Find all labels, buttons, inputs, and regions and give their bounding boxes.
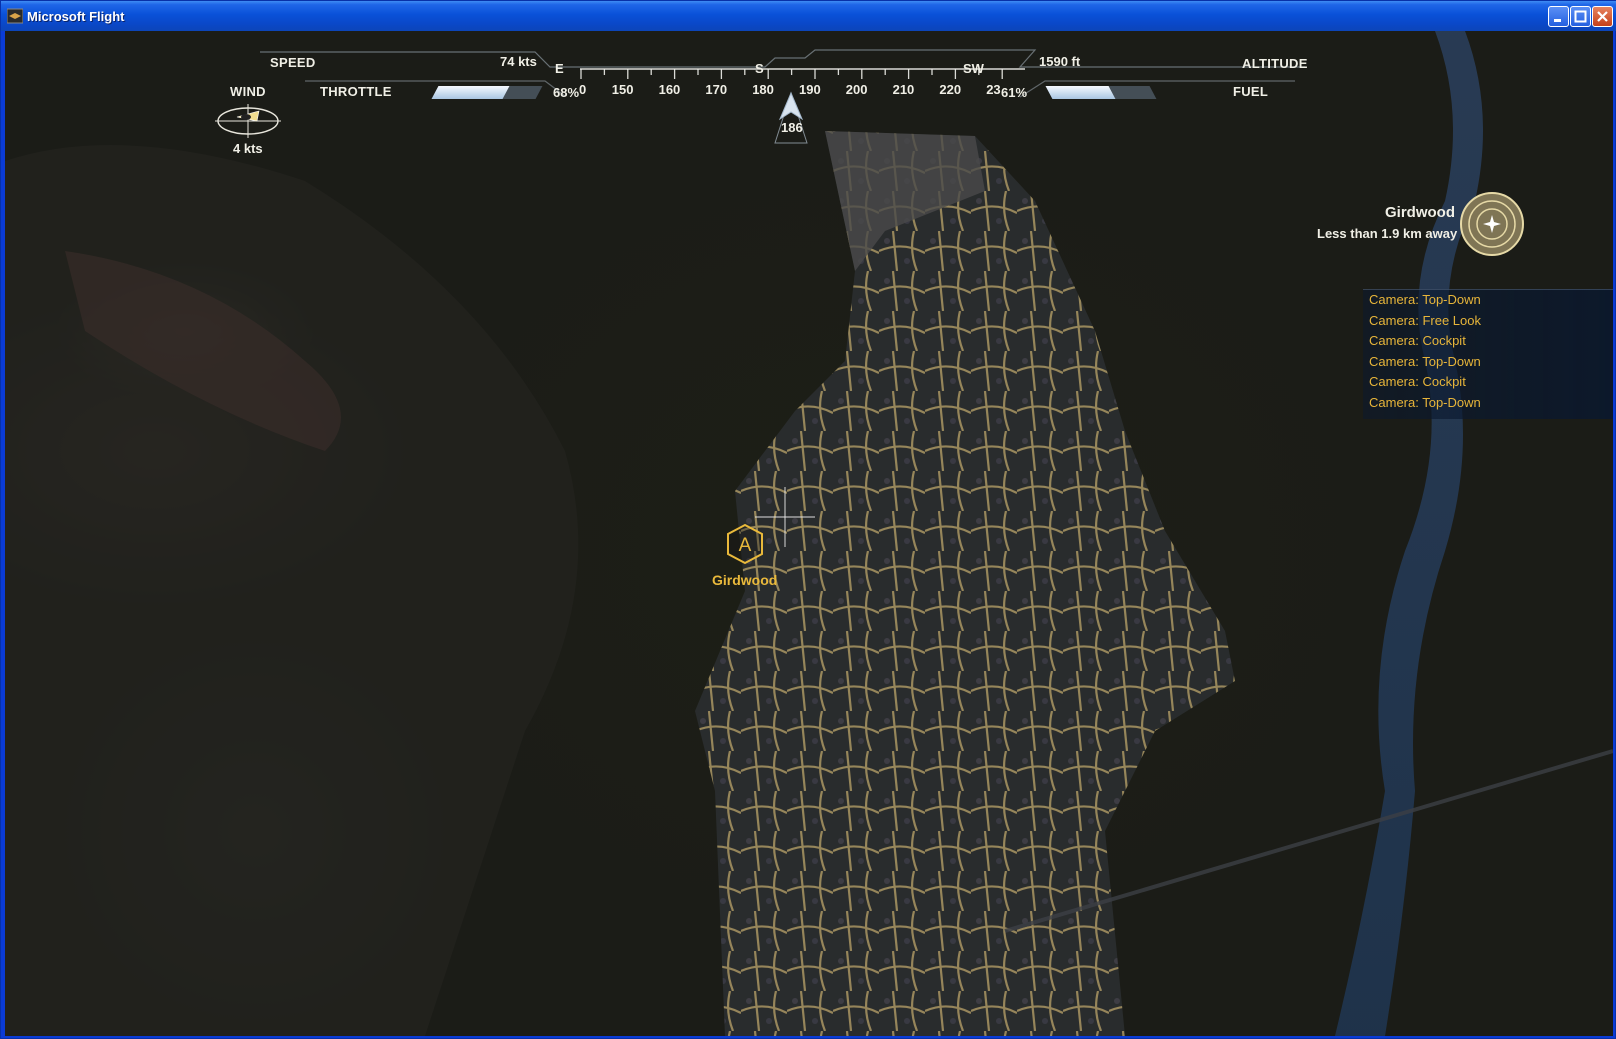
log-item: Camera: Top-Down xyxy=(1369,353,1481,369)
minimize-button[interactable] xyxy=(1548,6,1569,27)
compass-number: 0 xyxy=(579,82,587,97)
altitude-value: 1590 ft xyxy=(1039,54,1081,69)
compass-number: 220 xyxy=(939,82,962,97)
wind-label: WIND xyxy=(230,84,266,99)
window-title: Microsoft Flight xyxy=(27,9,125,24)
compass-number: 170 xyxy=(705,82,728,97)
compass-ticks xyxy=(580,69,1003,79)
compass-number: 23 xyxy=(986,82,1001,97)
compass-number: 160 xyxy=(658,82,681,97)
throttle-bar xyxy=(431,86,543,99)
maximize-button[interactable] xyxy=(1570,6,1591,27)
log-item: Camera: Top-Down xyxy=(1369,394,1481,410)
compass-letter-sw: SW xyxy=(963,61,984,76)
compass-number: 210 xyxy=(892,82,915,97)
waypoint-label: Girdwood xyxy=(712,572,778,588)
wind-value: 4 kts xyxy=(233,141,263,156)
compass-number: 150 xyxy=(611,82,634,97)
wind-compass-icon xyxy=(215,104,281,138)
throttle-bar-fill xyxy=(431,86,510,99)
airplane-icon[interactable] xyxy=(1459,191,1525,257)
terrain-view[interactable]: SPEED 74 kts THROTTLE 68% ALTITUDE 1590 … xyxy=(5,31,1613,1036)
throttle-label: THROTTLE xyxy=(320,84,392,99)
heading-value: 186 xyxy=(781,120,803,135)
waypoint-letter: A xyxy=(739,535,752,556)
compass-letter-se: E xyxy=(555,61,564,76)
game-window: Microsoft Flight SPEED 74 kts THROTTLE 6… xyxy=(0,0,1616,1039)
waypoint-hexagon-icon[interactable]: A xyxy=(725,523,765,565)
log-item: Camera: Top-Down xyxy=(1369,292,1481,307)
minimize-icon xyxy=(1554,19,1561,22)
compass-number: 180 xyxy=(752,82,774,97)
log-item: Camera: Cockpit xyxy=(1369,374,1466,389)
speed-value: 74 kts xyxy=(500,54,537,69)
app-icon xyxy=(7,8,23,24)
close-button[interactable] xyxy=(1592,6,1613,27)
fuel-value: 61% xyxy=(1001,85,1028,100)
destination-distance: Less than 1.9 km away xyxy=(1317,226,1458,241)
close-icon xyxy=(1597,11,1608,22)
speed-label: SPEED xyxy=(270,55,316,70)
event-log: Camera: Top-Down Camera: Free Look Camer… xyxy=(1363,289,1613,419)
fuel-label: FUEL xyxy=(1233,84,1269,99)
fuel-bar-fill xyxy=(1045,86,1116,99)
log-item: Camera: Cockpit xyxy=(1369,333,1466,348)
maximize-icon xyxy=(1574,10,1587,23)
title-bar[interactable]: Microsoft Flight xyxy=(1,1,1616,31)
compass-letter-s: S xyxy=(755,61,764,76)
altitude-label: ALTITUDE xyxy=(1242,56,1308,71)
throttle-value: 68% xyxy=(553,85,580,100)
compass-number: 200 xyxy=(845,82,868,97)
destination-name: Girdwood xyxy=(1385,204,1455,221)
log-item: Camera: Free Look xyxy=(1369,312,1481,328)
fuel-bar xyxy=(1045,86,1157,99)
aircraft-heading-icon xyxy=(778,91,804,121)
